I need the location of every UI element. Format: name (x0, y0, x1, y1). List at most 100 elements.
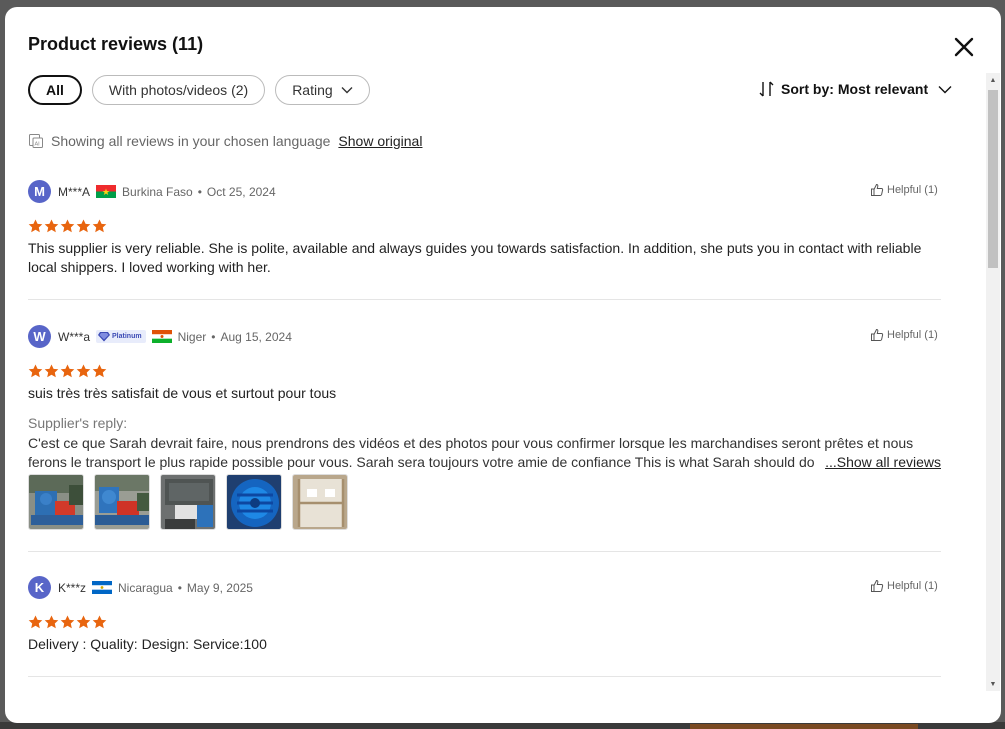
close-button[interactable] (951, 34, 977, 60)
star-icon (76, 219, 91, 233)
review-text: Delivery : Quality: Design: Service:100 (28, 636, 267, 652)
scrollbar[interactable]: ▲ ▼ (986, 73, 1000, 691)
helpful-label: Helpful (1) (887, 329, 938, 341)
modal-title: Product reviews (11) (28, 34, 204, 54)
separator-dot: • (177, 580, 182, 595)
reviewer-country: Nicaragua (118, 580, 173, 595)
sort-value: Most relevant (837, 81, 929, 97)
helpful-label: Helpful (1) (887, 580, 938, 592)
review-header: M M***A Burkina Faso • Oct 25, 2024 (28, 180, 276, 203)
svg-text:AI: AI (35, 142, 41, 148)
machine-photo (29, 475, 83, 529)
avatar: K (28, 576, 51, 599)
star-icon (76, 364, 91, 378)
show-all-reviews-link[interactable]: ...Show all reviews (823, 452, 941, 471)
blue-part-photo (227, 475, 281, 529)
star-icon (28, 615, 43, 629)
review-photo-thumbnail[interactable] (94, 474, 150, 530)
sort-prefix: Sort by: (781, 81, 834, 97)
star-rating (28, 615, 107, 629)
review-text: This supplier is very reliable. She is p… (28, 240, 922, 275)
review-photo-thumbnail[interactable] (28, 474, 84, 530)
language-note-text: Showing all reviews in your chosen langu… (51, 133, 331, 149)
reviews-modal: Product reviews (11) All With photos/vid… (5, 7, 1001, 723)
supplier-reply-body: C'est ce que Sarah devrait faire, nous p… (28, 435, 914, 470)
star-rating (28, 219, 107, 233)
chevron-down-icon (341, 87, 353, 94)
star-icon (60, 615, 75, 629)
scroll-up-arrow[interactable]: ▲ (986, 73, 1000, 87)
review-date: May 9, 2025 (186, 580, 253, 595)
diamond-icon (98, 332, 111, 342)
review-photo-thumbnail[interactable] (226, 474, 282, 530)
review-photo-thumbnail[interactable] (160, 474, 216, 530)
close-icon (954, 37, 974, 57)
reviewer-country: Burkina Faso (122, 184, 193, 199)
helpful-button[interactable]: Helpful (1) (870, 183, 938, 197)
review-header: K K***z Nicaragua • May 9, 2025 (28, 576, 253, 599)
platinum-badge: Platinum (96, 330, 146, 343)
reviews-list: AI Showing all reviews in your chosen la… (5, 125, 1001, 723)
star-icon (44, 615, 59, 629)
star-rating (28, 364, 107, 378)
sort-dropdown[interactable]: Sort by: Most relevant (759, 80, 952, 98)
thumbs-up-icon (871, 328, 884, 341)
niger-flag-icon (151, 330, 172, 343)
show-original-link[interactable]: Show original (338, 133, 422, 149)
platinum-label: Platinum (112, 333, 142, 340)
star-icon (28, 364, 43, 378)
star-icon (60, 219, 75, 233)
filter-all-button[interactable]: All (28, 75, 82, 105)
filter-rating-label: Rating (292, 82, 333, 98)
review-text: suis très très satisfait de vous et surt… (28, 385, 337, 401)
review-divider (28, 676, 941, 677)
translate-icon: AI (29, 134, 43, 148)
helpful-label: Helpful (1) (887, 184, 938, 196)
scroll-down-arrow[interactable]: ▼ (986, 677, 1000, 691)
star-icon (44, 364, 59, 378)
supplier-reply-text: C'est ce que Sarah devrait faire, nous p… (28, 434, 941, 471)
helpful-button[interactable]: Helpful (1) (870, 328, 938, 342)
review-divider (28, 551, 941, 552)
nicaragua-flag-icon (92, 581, 113, 594)
chevron-down-icon (938, 85, 952, 93)
filter-all-label: All (46, 82, 64, 98)
separator-dot: • (197, 184, 202, 199)
machine-photo (95, 475, 149, 529)
review-divider (28, 299, 941, 300)
crate-photo (293, 475, 347, 529)
review-photo-thumbnail[interactable] (292, 474, 348, 530)
filter-photos-label: With photos/videos (2) (108, 82, 249, 98)
backdrop-content (690, 724, 918, 729)
star-icon (44, 219, 59, 233)
star-icon (92, 615, 107, 629)
scrollbar-thumb[interactable] (988, 90, 998, 268)
star-icon (92, 364, 107, 378)
reviewer-name: W***a (58, 329, 91, 344)
thumbs-up-icon (871, 183, 884, 196)
helpful-button[interactable]: Helpful (1) (870, 579, 938, 593)
filter-rating-dropdown[interactable]: Rating (275, 75, 370, 105)
reviewer-country: Niger (177, 329, 207, 344)
thumbs-up-icon (871, 579, 884, 592)
machine-photo (161, 475, 215, 529)
review-date: Aug 15, 2024 (220, 329, 292, 344)
filter-photos-button[interactable]: With photos/videos (2) (91, 75, 266, 105)
reviewer-name: K***z (58, 580, 87, 595)
filter-bar: All With photos/videos (2) Rating (28, 75, 370, 105)
burkina-faso-flag-icon (96, 185, 117, 198)
star-icon (60, 364, 75, 378)
review-date: Oct 25, 2024 (206, 184, 276, 199)
language-note: AI Showing all reviews in your chosen la… (28, 133, 422, 149)
avatar: W (28, 325, 51, 348)
reviewer-name: M***A (58, 184, 91, 199)
separator-dot: • (211, 329, 216, 344)
star-icon (76, 615, 91, 629)
star-icon (28, 219, 43, 233)
star-icon (92, 219, 107, 233)
avatar: M (28, 180, 51, 203)
supplier-reply-label: Supplier's reply: (28, 415, 128, 431)
review-header: W W***a Platinum Niger • Aug 15, 2024 (28, 325, 292, 348)
sort-icon (759, 81, 774, 97)
review-photos (28, 474, 348, 530)
